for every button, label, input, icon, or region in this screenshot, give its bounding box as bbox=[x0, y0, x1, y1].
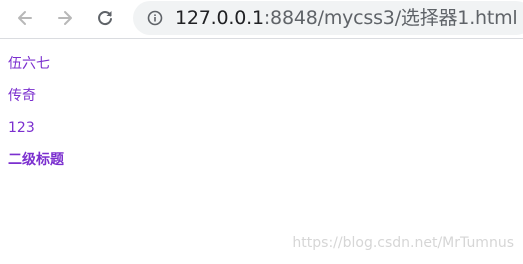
url-host: 127.0.0.1 bbox=[175, 7, 264, 29]
browser-toolbar: 127.0.0.1:8848/mycss3/选择器1.html bbox=[0, 0, 523, 39]
arrow-right-icon bbox=[58, 11, 72, 25]
forward-button[interactable] bbox=[51, 4, 79, 32]
address-bar[interactable]: 127.0.0.1:8848/mycss3/选择器1.html bbox=[133, 1, 523, 35]
reload-button[interactable] bbox=[91, 4, 119, 32]
back-button[interactable] bbox=[11, 4, 39, 32]
url-path: :8848/mycss3/选择器1.html bbox=[263, 7, 518, 29]
arrow-left-icon bbox=[18, 11, 32, 25]
info-icon[interactable] bbox=[147, 10, 163, 26]
list-item: 传奇 bbox=[8, 88, 36, 104]
list-item: 123 bbox=[8, 120, 35, 136]
url-text[interactable]: 127.0.0.1:8848/mycss3/选择器1.html bbox=[175, 7, 518, 29]
watermark: https://blog.csdn.net/MrTumnus bbox=[292, 235, 514, 251]
reload-icon bbox=[98, 11, 112, 26]
page-content: 伍六七 传奇 123 二级标题 bbox=[8, 55, 64, 183]
list-item: 伍六七 bbox=[8, 56, 50, 72]
heading-level-2: 二级标题 bbox=[8, 152, 64, 168]
